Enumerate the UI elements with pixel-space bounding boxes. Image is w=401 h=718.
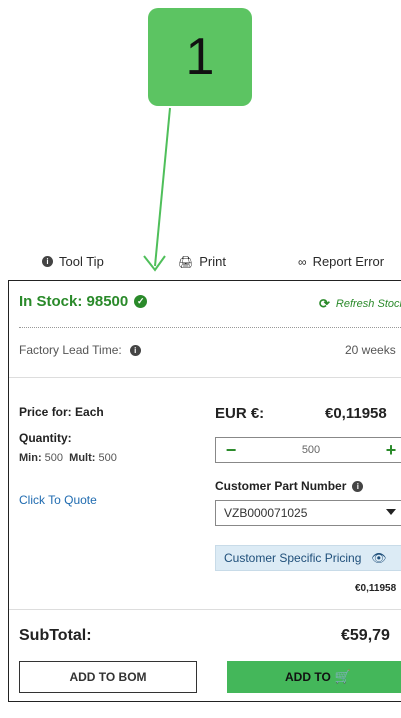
add-to-bom-button[interactable]: ADD TO BOM [19,661,197,693]
min-value: 500 [44,452,64,464]
customer-specific-price: €0,11958 [355,583,397,594]
stock-status: In Stock: 98500 ✓ [19,293,148,310]
product-toolbar: i Tool Tip 🖨 Print ∞ Report Error [0,252,401,276]
quantity-input[interactable]: 500 [246,444,376,456]
add-to-bom-label: ADD TO BOM [69,670,147,684]
lead-time-value: 20 weeks [345,343,396,357]
increment-button[interactable]: + [376,438,401,462]
section-divider [9,377,401,378]
mult-value: 500 [98,452,117,464]
caret-down-icon [386,509,396,515]
price-for-label: Price for: Each [19,405,104,419]
tooltip-label: Tool Tip [59,254,104,269]
min-label: Min: [19,452,42,464]
report-error-link[interactable]: ∞ Report Error [298,254,384,269]
quantity-stepper: − 500 + [215,437,401,463]
customer-part-select[interactable]: VZB000071025 [215,500,401,526]
customer-specific-pricing-toggle[interactable]: Customer Specific Pricing 👁 [215,545,401,571]
printer-icon: 🖨 [178,254,194,269]
subtotal-divider [9,609,401,610]
click-to-quote-link[interactable]: Click To Quote [19,493,97,507]
print-label: Print [199,254,226,269]
dotted-divider [19,327,401,328]
quantity-label: Quantity: [19,431,72,445]
tooltip-link[interactable]: i Tool Tip [42,254,104,269]
mult-label: Mult: [69,452,96,464]
customer-part-value: VZB000071025 [224,506,308,520]
subtotal-value: €59,79 [341,627,390,644]
refresh-stock-label: Refresh Stock [335,298,401,310]
decrement-button[interactable]: − [216,438,246,462]
refresh-icon: ⟳ [319,296,330,311]
stock-label: In Stock: 98500 [19,293,129,310]
lead-time-label: Factory Lead Time: i [19,343,141,357]
refresh-stock-button[interactable]: ⟳ Refresh Stock [319,296,401,312]
report-error-label: Report Error [312,254,385,269]
customer-specific-label: Customer Specific Pricing [224,551,362,565]
subtotal-label: SubTotal: [19,627,92,644]
add-to-cart-button[interactable]: ADD TO 🛒 [227,661,401,693]
print-link[interactable]: 🖨 Print [178,254,226,269]
buy-box: In Stock: 98500 ✓ ⟳ Refresh Stock Factor… [8,280,401,702]
add-to-label: ADD TO [285,670,331,684]
customer-part-text: Customer Part Number [215,479,347,493]
stock-row: In Stock: 98500 ✓ ⟳ Refresh Stock [19,293,401,315]
currency-label: EUR €: [215,405,265,422]
cart-icon: 🛒 [334,669,351,684]
info-icon[interactable]: i [129,344,141,356]
customer-part-label: Customer Part Number i [215,479,364,493]
check-circle-icon: ✓ [134,295,148,308]
info-icon[interactable]: i [352,480,364,492]
broken-link-icon: ∞ [298,254,307,269]
lead-time-text: Factory Lead Time: [19,343,122,357]
info-icon: i [42,256,53,267]
eye-icon: 👁 [371,551,387,565]
min-mult-info: Min: 500 Mult: 500 [19,452,117,464]
unit-price: €0,11958 [325,405,387,422]
callout-arrow [143,107,171,272]
